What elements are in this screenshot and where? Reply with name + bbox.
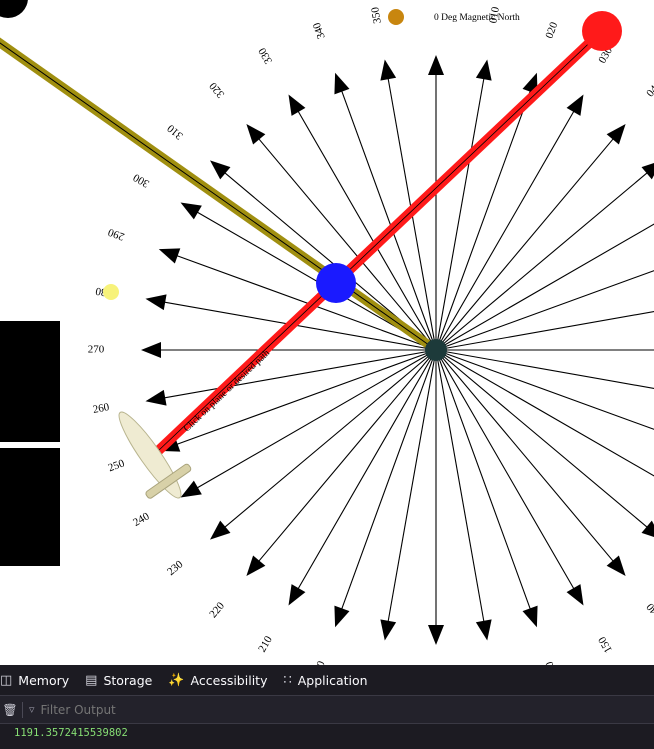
degree-label: 350 xyxy=(369,6,384,25)
filter-icon: ▿ xyxy=(29,703,35,716)
degree-label: 270 xyxy=(88,344,105,356)
tab-application[interactable]: ∷ Application xyxy=(275,665,375,695)
filter-output-input[interactable] xyxy=(38,701,343,718)
black-panel-lower xyxy=(0,448,60,566)
degree-label: 300 xyxy=(131,171,152,190)
spoke-190[interactable] xyxy=(380,349,437,641)
tab-storage[interactable]: ▤ Storage xyxy=(77,665,160,695)
degree-label: 040 xyxy=(644,79,654,100)
intersection-marker[interactable] xyxy=(316,263,356,303)
spoke-170[interactable] xyxy=(435,349,492,641)
degree-label: 340 xyxy=(311,20,328,40)
spoke-180[interactable] xyxy=(428,350,444,645)
tab-label: Storage xyxy=(103,672,153,688)
degree-label: 260 xyxy=(92,401,111,416)
degree-label: 330 xyxy=(256,45,275,66)
accessibility-icon: ✨ xyxy=(168,672,185,688)
memory-icon: ◫ xyxy=(0,672,13,688)
compass-canvas[interactable]: 0100200300401401501601710200210220230240… xyxy=(0,0,654,665)
tab-label: Memory xyxy=(18,672,70,688)
devtools-panel: ◫ Memory ▤ Storage ✨ Accessibility ∷ App… xyxy=(0,665,654,749)
spoke-270[interactable] xyxy=(141,342,436,358)
spoke-0[interactable] xyxy=(428,55,444,350)
compass-rose[interactable]: 0100200300401401501601710200210220230240… xyxy=(0,0,654,665)
toolbar-divider xyxy=(22,701,23,718)
spoke-10[interactable] xyxy=(435,59,492,351)
spoke-20[interactable] xyxy=(435,72,538,351)
degree-label: 220 xyxy=(207,600,227,621)
application-icon: ∷ xyxy=(283,672,292,688)
degree-label: 250 xyxy=(107,457,127,474)
console-output-line: 1191.3572415539802 xyxy=(14,727,128,739)
target-marker[interactable] xyxy=(582,11,622,51)
spoke-130[interactable] xyxy=(435,349,654,540)
devtools-tabbar: ◫ Memory ▤ Storage ✨ Accessibility ∷ App… xyxy=(0,665,654,696)
degree-label: 230 xyxy=(165,558,186,578)
degree-label: 310 xyxy=(165,122,186,142)
compass-spokes xyxy=(141,55,654,645)
degree-label: 150 xyxy=(596,634,615,655)
spoke-200[interactable] xyxy=(334,349,437,628)
north-label: 0 Deg Magnetic North xyxy=(434,13,520,23)
black-panel-upper xyxy=(0,321,60,442)
degree-label: 140 xyxy=(644,600,654,621)
degree-labels: 0100200300401401501601710200210220230240… xyxy=(88,5,654,665)
spoke-220[interactable] xyxy=(246,349,437,576)
tab-label: Accessibility xyxy=(190,672,268,688)
spoke-340[interactable] xyxy=(334,72,437,351)
degree-label: 020 xyxy=(543,20,560,40)
spoke-110[interactable] xyxy=(435,349,654,452)
tab-memory[interactable]: ◫ Memory xyxy=(0,665,77,695)
spoke-70[interactable] xyxy=(435,248,654,351)
trash-icon[interactable]: 🗑 xyxy=(0,703,20,717)
spoke-160[interactable] xyxy=(435,349,538,628)
spoke-250[interactable] xyxy=(158,349,437,452)
tab-label: Application xyxy=(297,672,368,688)
spoke-140[interactable] xyxy=(435,349,626,576)
degree-label: 290 xyxy=(106,226,126,243)
degree-label: 210 xyxy=(256,634,275,655)
spoke-350[interactable] xyxy=(380,59,437,351)
aircraft-position-marker[interactable] xyxy=(0,0,28,18)
spoke-260[interactable] xyxy=(145,349,437,406)
spoke-50[interactable] xyxy=(435,160,654,351)
degree-label: 240 xyxy=(131,510,152,529)
orange-marker[interactable] xyxy=(388,9,404,25)
spoke-290[interactable] xyxy=(158,248,437,351)
heading-line-label: Click on plane or desired path xyxy=(182,348,272,434)
degree-label: 320 xyxy=(207,79,227,100)
tab-accessibility[interactable]: ✨ Accessibility xyxy=(160,665,275,695)
compass-hub xyxy=(425,339,447,361)
spoke-120[interactable] xyxy=(435,349,654,498)
yellow-marker[interactable] xyxy=(103,284,119,300)
console-toolbar: 🗑 ▿ xyxy=(0,696,654,724)
storage-icon: ▤ xyxy=(85,672,98,688)
spoke-60[interactable] xyxy=(435,203,654,351)
